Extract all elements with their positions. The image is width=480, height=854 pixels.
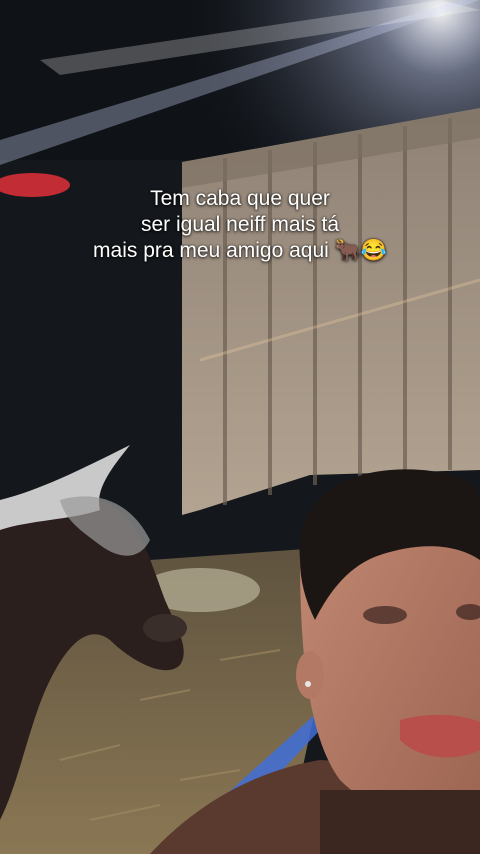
- caption-line-3: mais pra meu amigo aqui 🐂😂: [93, 239, 387, 262]
- caption-line-1: Tem caba que quer: [150, 187, 330, 210]
- video-caption: Tem caba que quer ser igual neiff mais t…: [40, 186, 440, 264]
- scene-photo: [0, 0, 480, 854]
- video-frame: Tem caba que quer ser igual neiff mais t…: [0, 0, 480, 854]
- caption-line-2: ser igual neiff mais tá: [140, 213, 340, 236]
